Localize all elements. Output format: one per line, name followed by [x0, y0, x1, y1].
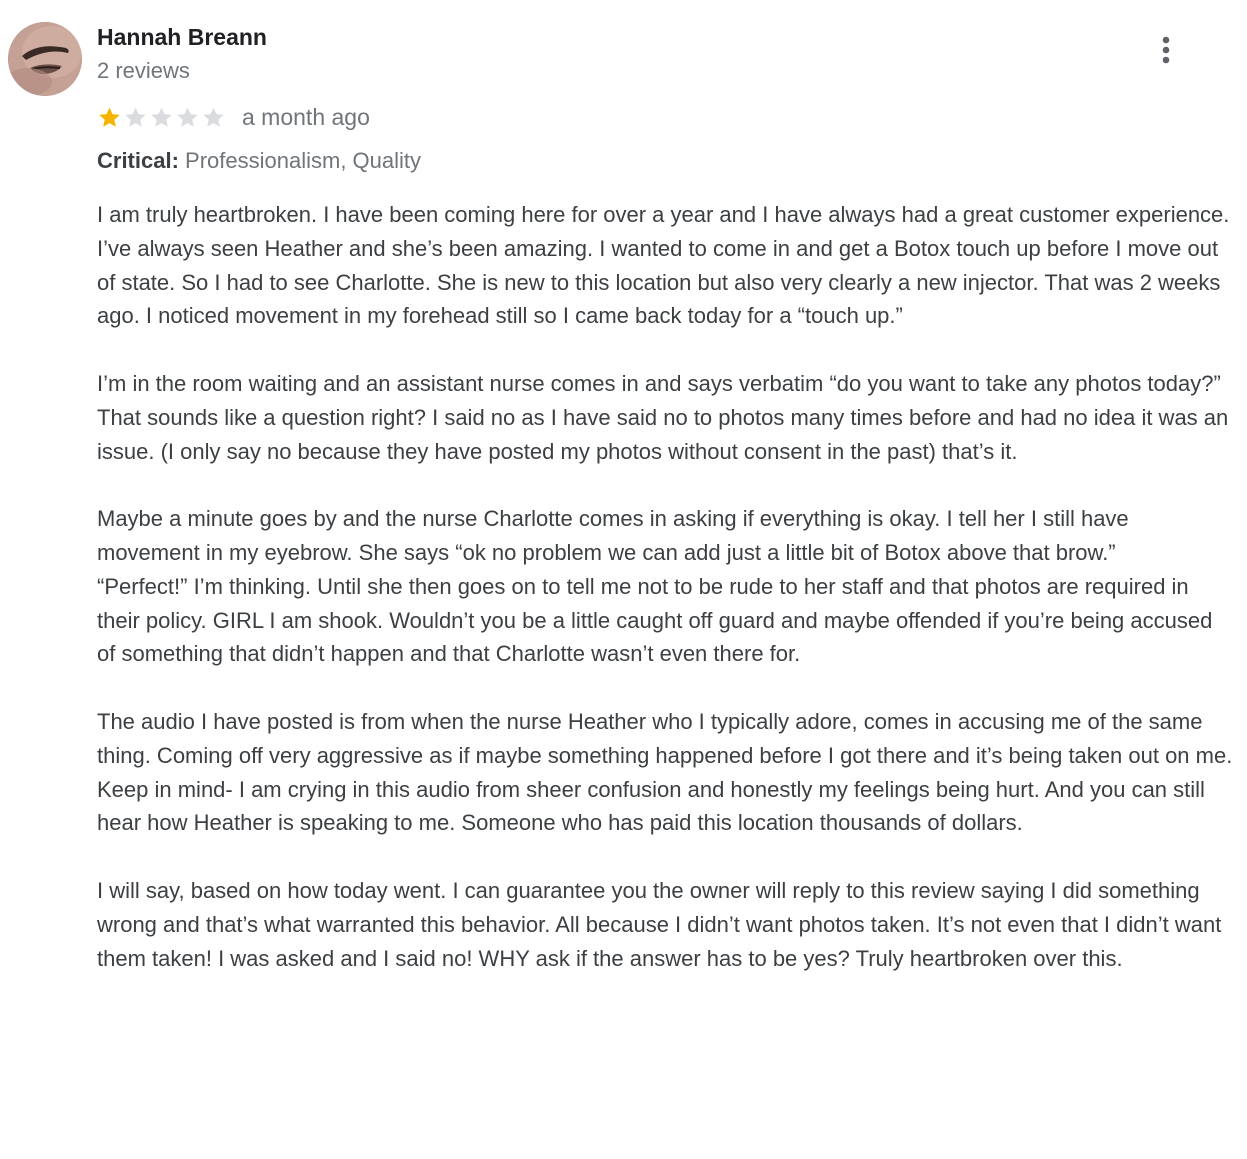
review-paragraph: The audio I have posted is from when the…	[97, 708, 1233, 836]
review-paragraph: Maybe a minute goes by and the nurse Cha…	[97, 506, 1129, 565]
critical-attributes: Critical: Professionalism, Quality	[97, 146, 421, 176]
author-review-count: 2 reviews	[97, 58, 190, 83]
star-filled-icon	[99, 107, 120, 127]
star-rating	[97, 105, 226, 130]
review-paragraph: I will say, based on how today went. I c…	[97, 877, 1222, 971]
author-name[interactable]: Hannah Breann	[97, 22, 267, 52]
more-options-button[interactable]	[1148, 32, 1184, 68]
rating-row: a month ago	[97, 100, 370, 134]
review-date: a month ago	[242, 104, 370, 130]
star-empty-icon	[151, 107, 172, 127]
star-empty-icon	[177, 107, 198, 127]
avatar[interactable]	[8, 22, 82, 96]
star-empty-icon	[203, 107, 224, 127]
review-paragraph: I’m in the room waiting and an assistant…	[97, 370, 1229, 464]
review-text: I am truly heartbroken. I have been comi…	[97, 198, 1233, 975]
star-empty-icon	[125, 107, 146, 127]
more-vert-icon	[1162, 36, 1170, 64]
review-paragraph: I am truly heartbroken. I have been comi…	[97, 202, 1230, 329]
review-card: Hannah Breann 2 reviews a month ago Crit…	[0, 0, 1247, 1159]
review-paragraph: “Perfect!” I’m thinking. Until she then …	[97, 573, 1213, 667]
critical-value: Professionalism, Quality	[185, 148, 422, 173]
critical-label: Critical:	[97, 148, 179, 173]
